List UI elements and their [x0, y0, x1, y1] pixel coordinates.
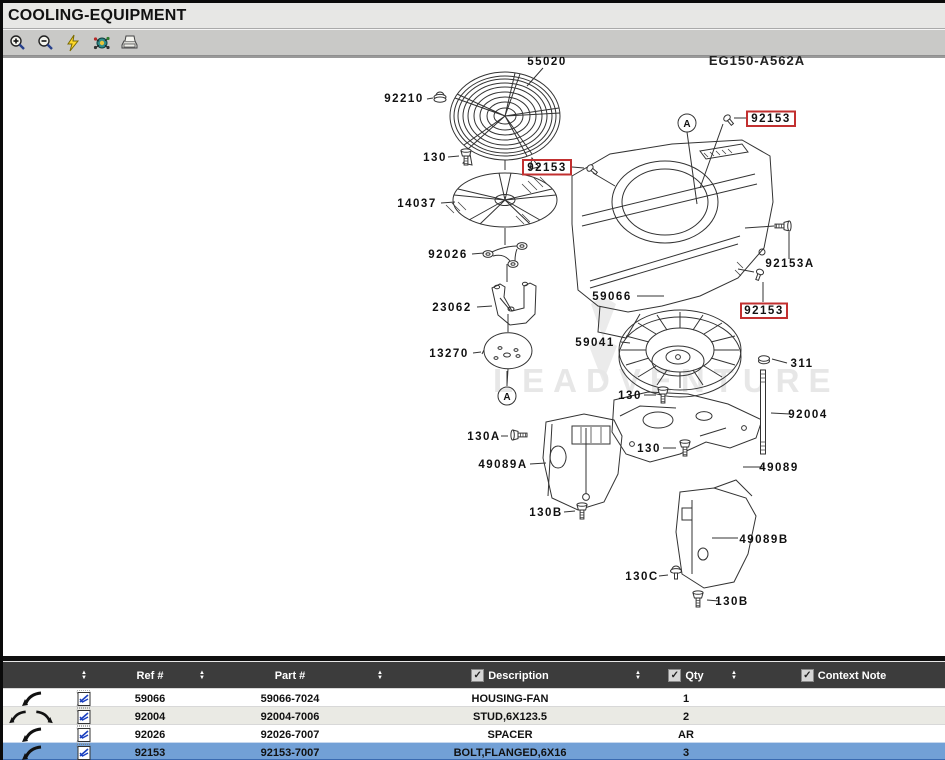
part-label-highlighted[interactable]: 92153 [527, 162, 566, 174]
part-label[interactable]: 311 [790, 358, 813, 370]
part-fan [446, 173, 557, 227]
zoom-in-icon [8, 34, 26, 52]
toolbar [0, 29, 945, 56]
zoom-in-button[interactable] [6, 32, 28, 54]
part-label[interactable]: 55020 [527, 56, 566, 68]
hotspot-flash-button[interactable] [62, 32, 84, 54]
drawing-code: EG150-A562A [709, 56, 805, 68]
part-label[interactable]: 59041 [575, 337, 614, 349]
cell-ref: 92004 [106, 711, 194, 723]
header-part: Part # [210, 670, 370, 682]
part-label[interactable]: 130B [529, 507, 563, 519]
locate-arrow-icon[interactable] [16, 689, 46, 709]
part-label[interactable]: 49089 [759, 462, 798, 474]
locate-arrow-icon[interactable] [16, 743, 46, 760]
description-checkbox[interactable]: ✓ [471, 669, 484, 682]
qty-checkbox[interactable]: ✓ [668, 669, 681, 682]
part-label[interactable]: 14037 [397, 198, 436, 210]
part-label[interactable]: 130 [423, 152, 447, 164]
locate-arrow-icon[interactable] [4, 707, 30, 727]
title-bar: COOLING-EQUIPMENT [0, 3, 945, 29]
print-icon [120, 34, 139, 51]
part-label[interactable]: 13270 [429, 348, 468, 360]
locate-arrow-icon[interactable] [16, 725, 46, 745]
cell-ref: 92153 [106, 747, 194, 759]
part-bracket [492, 282, 536, 325]
sort-icon[interactable]: ▲▼ [635, 671, 641, 681]
cell-qty: 1 [646, 693, 726, 705]
cell-part: 92004-7006 [210, 711, 370, 723]
window-border-left [0, 0, 3, 760]
locate-arrow-alt-icon[interactable] [32, 707, 58, 727]
edit-note-icon[interactable] [62, 707, 106, 727]
sort-icon[interactable]: ▲▼ [377, 671, 383, 681]
cap-nut-92210 [434, 92, 446, 102]
part-label[interactable]: 59066 [592, 291, 631, 303]
header-description: ✓ Description [390, 669, 630, 682]
header-context-note: ✓ Context Note [742, 669, 945, 682]
part-label[interactable]: 130 [637, 443, 661, 455]
svg-text:A: A [683, 119, 690, 130]
hotspot-config-button[interactable] [90, 32, 112, 54]
table-row[interactable]: 92026 92026-7007 SPACER AR [0, 724, 945, 742]
part-label-highlighted[interactable]: 92153 [744, 305, 783, 317]
sort-icon[interactable]: ▲▼ [81, 671, 87, 681]
sort-icon[interactable]: ▲▼ [199, 671, 205, 681]
svg-text:A: A [503, 392, 510, 403]
zoom-out-button[interactable] [34, 32, 56, 54]
part-shroud-a [543, 414, 622, 510]
page-title: COOLING-EQUIPMENT [0, 7, 187, 25]
part-label[interactable]: 23062 [432, 302, 471, 314]
diagram-canvas: LEADVENTURE EG150-A562A [0, 56, 945, 656]
table-row[interactable]: 59066 59066-7024 HOUSING-FAN 1 [0, 688, 945, 706]
window-border-top [0, 0, 945, 3]
zoom-out-icon [36, 34, 54, 52]
part-label[interactable]: 92004 [788, 409, 827, 421]
table-body: 59066 59066-7024 HOUSING-FAN 1 [0, 688, 945, 760]
header-ref: Ref # [106, 670, 194, 682]
part-label[interactable]: 49089B [739, 534, 788, 546]
cell-ref: 59066 [106, 693, 194, 705]
cell-desc: STUD,6X123.5 [390, 711, 630, 723]
part-label[interactable]: 130A [467, 431, 501, 443]
clip-130c [671, 566, 682, 579]
hotspot-config-icon [92, 34, 111, 52]
table-row[interactable]: 92004 92004-7006 STUD,6X123.5 2 [0, 706, 945, 724]
cell-ref: 92026 [106, 729, 194, 741]
part-label[interactable]: 92026 [428, 249, 467, 261]
edit-note-icon[interactable] [62, 725, 106, 745]
stud-92004 [761, 370, 766, 454]
header-qty: ✓ Qty [646, 669, 726, 682]
cell-part: 92026-7007 [210, 729, 370, 741]
lightning-icon [65, 34, 81, 52]
cell-part: 59066-7024 [210, 693, 370, 705]
part-label-highlighted[interactable]: 92153 [751, 113, 790, 125]
table-row-selected[interactable]: 92153 92153-7007 BOLT,FLANGED,6X16 3 [0, 742, 945, 760]
table-header: ▲▼ Ref # ▲▼ Part # ▲▼ ✓ Description ▲▼ ✓… [0, 661, 945, 689]
part-label[interactable]: 49089A [478, 459, 527, 471]
part-label[interactable]: 92210 [384, 93, 423, 105]
context-note-checkbox[interactable]: ✓ [801, 669, 814, 682]
edit-note-icon[interactable] [62, 689, 106, 709]
print-button[interactable] [118, 32, 140, 54]
view-marker-a-1: A [678, 114, 696, 132]
sort-icon[interactable]: ▲▼ [731, 671, 737, 681]
part-label[interactable]: 130B [715, 596, 749, 608]
cell-qty: 2 [646, 711, 726, 723]
cell-qty: AR [646, 729, 726, 741]
parts-catalog-window: { "window": { "title": "COOLING-EQUIPMEN… [0, 0, 945, 760]
part-label[interactable]: 92153A [765, 258, 814, 270]
cell-desc: BOLT,FLANGED,6X16 [390, 747, 630, 759]
cell-desc: HOUSING-FAN [390, 693, 630, 705]
part-label[interactable]: 130C [625, 571, 659, 583]
cell-qty: 3 [646, 747, 726, 759]
edit-note-icon[interactable] [62, 743, 106, 760]
part-spacer [483, 243, 527, 268]
cell-desc: SPACER [390, 729, 630, 741]
cell-part: 92153-7007 [210, 747, 370, 759]
exploded-diagram: LEADVENTURE EG150-A562A [0, 56, 945, 656]
part-label[interactable]: 130 [618, 390, 642, 402]
